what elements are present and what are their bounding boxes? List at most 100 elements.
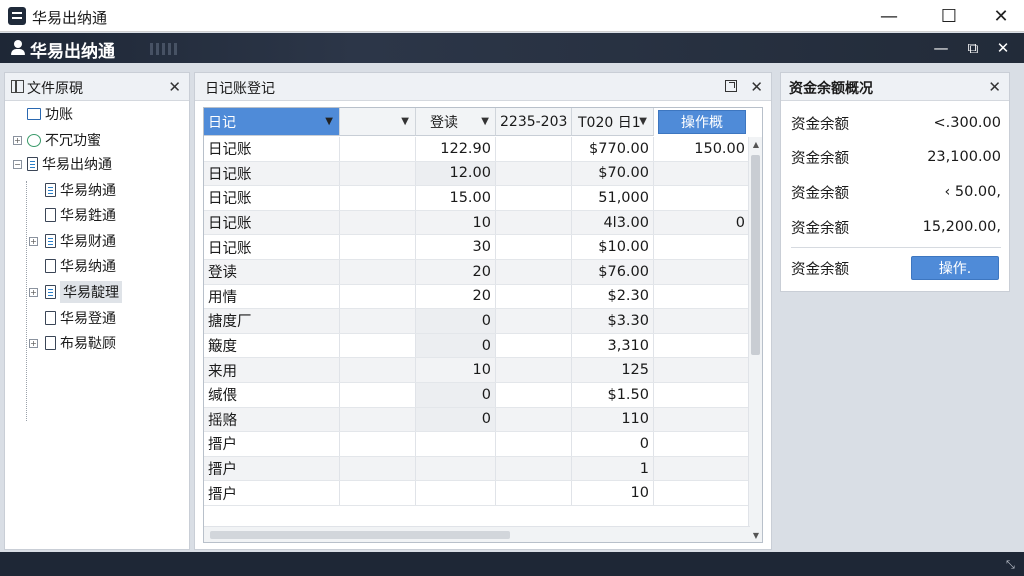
grid-vertical-scroll-thumb[interactable] (751, 155, 760, 355)
cell-empty[interactable] (340, 210, 416, 235)
cell-name[interactable]: 日记账 (204, 210, 340, 235)
cell-amount[interactable]: 51,000 (572, 186, 654, 210)
table-row[interactable]: 来用 10 125 (204, 358, 750, 383)
cell-name[interactable]: 缄偎 (204, 383, 340, 407)
cell-empty[interactable] (496, 186, 572, 210)
cell-empty[interactable] (496, 358, 572, 382)
app-restore-button[interactable]: ⧉ (964, 39, 982, 57)
cell-amount[interactable]: 4l3.00 (572, 210, 654, 235)
popout-icon[interactable] (725, 80, 737, 92)
cell-empty[interactable] (340, 161, 416, 186)
cell-empty[interactable] (496, 383, 572, 407)
cell-name[interactable]: 来用 (204, 358, 340, 382)
scroll-down-icon[interactable]: ▼ (749, 528, 762, 542)
cell-empty[interactable] (340, 407, 416, 432)
cell-qty[interactable]: 20 (416, 284, 496, 309)
cell-amount[interactable]: $76.00 (572, 260, 654, 284)
cell-amount[interactable]: $2.30 (572, 284, 654, 309)
cell-empty[interactable] (340, 309, 416, 333)
app-minimize-button[interactable]: — (932, 39, 950, 57)
tree-item[interactable]: + 不冗功蜜 (13, 129, 101, 151)
cell-empty[interactable] (496, 309, 572, 333)
cell-amount[interactable]: 1 (572, 456, 654, 481)
tree-item[interactable]: − 华易出纳通 (13, 153, 112, 175)
table-row[interactable]: 摇赂 0 110 (204, 407, 750, 433)
grid-filter-combo-1[interactable]: 日记 ▼ (204, 108, 340, 136)
grid-filter-combo-2[interactable]: ▼ (340, 108, 416, 136)
table-row[interactable]: 搢户 1 (204, 456, 750, 482)
cell-empty[interactable] (496, 407, 572, 432)
cell-name[interactable]: 登读 (204, 260, 340, 284)
cell-qty[interactable] (416, 456, 496, 481)
grid-filter-combo-5[interactable]: T020 日1 ▼ (572, 108, 654, 136)
table-row[interactable]: 登读 20 $76.00 (204, 260, 750, 285)
file-tree-close-button[interactable]: ✕ (168, 78, 181, 96)
cell-name[interactable]: 用情 (204, 284, 340, 309)
cell-empty[interactable] (496, 161, 572, 186)
table-row[interactable]: 日记账 12.00 $70.00 (204, 161, 750, 187)
cell-extra[interactable] (654, 383, 750, 407)
tree-expander-icon[interactable]: + (29, 287, 38, 297)
tree-item[interactable]: 华易鉎通 (29, 204, 116, 226)
cell-qty[interactable]: 0 (416, 309, 496, 333)
tree-expander-icon[interactable]: + (29, 338, 38, 348)
cell-empty[interactable] (340, 383, 416, 407)
cell-amount[interactable]: 125 (572, 358, 654, 382)
close-button[interactable]: ✕ (978, 0, 1024, 32)
cell-extra[interactable] (654, 235, 750, 259)
cell-name[interactable]: 日记账 (204, 235, 340, 259)
grid-column-date[interactable]: 2235-203 (496, 108, 572, 136)
tree-item[interactable]: + 布易鞑顾 (29, 332, 116, 354)
cell-amount[interactable]: $10.00 (572, 235, 654, 259)
cell-empty[interactable] (340, 432, 416, 456)
tree-expander-icon[interactable]: − (13, 159, 22, 169)
cell-qty[interactable] (416, 481, 496, 505)
cell-name[interactable]: 摇赂 (204, 407, 340, 432)
cell-qty[interactable]: 12.00 (416, 161, 496, 186)
table-row[interactable]: 搢户 10 (204, 481, 750, 506)
cell-extra[interactable] (654, 161, 750, 186)
cell-amount[interactable]: 0 (572, 432, 654, 456)
cell-empty[interactable] (340, 481, 416, 505)
table-row[interactable]: 簸度 0 3,310 (204, 333, 750, 359)
cell-empty[interactable] (496, 481, 572, 505)
table-row[interactable]: 用情 20 $2.30 (204, 284, 750, 310)
cell-empty[interactable] (496, 333, 572, 358)
cell-extra[interactable] (654, 456, 750, 481)
cell-empty[interactable] (496, 456, 572, 481)
cell-extra[interactable] (654, 260, 750, 284)
table-row[interactable]: 搢户 0 (204, 432, 750, 457)
cell-name[interactable]: 簸度 (204, 333, 340, 358)
cell-qty[interactable]: 122.90 (416, 137, 496, 161)
cell-name[interactable]: 搢户 (204, 432, 340, 456)
resize-grip-icon[interactable]: ⤡ (1006, 558, 1018, 571)
cell-empty[interactable] (496, 260, 572, 284)
balance-overview-close-button[interactable]: ✕ (988, 78, 1001, 96)
table-row[interactable]: 日记账 122.90 $770.00 150.00 (204, 137, 750, 162)
cell-extra[interactable] (654, 407, 750, 432)
cell-name[interactable]: 搢户 (204, 481, 340, 505)
table-row[interactable]: 缄偎 0 $1.50 (204, 383, 750, 408)
cell-extra[interactable] (654, 358, 750, 382)
cell-amount[interactable]: 10 (572, 481, 654, 505)
cell-empty[interactable] (496, 284, 572, 309)
table-row[interactable]: 搪度厂 0 $3.30 (204, 309, 750, 334)
cell-extra[interactable] (654, 186, 750, 210)
tree-item[interactable]: 华易纳通 (29, 255, 116, 277)
grid-filter-combo-3[interactable]: 登读 ▼ (416, 108, 496, 136)
grid-horizontal-scrollbar[interactable] (204, 526, 750, 542)
maximize-button[interactable]: ☐ (926, 0, 972, 32)
cell-qty[interactable]: 0 (416, 333, 496, 358)
cell-qty[interactable]: 10 (416, 210, 496, 235)
cell-empty[interactable] (340, 456, 416, 481)
cell-extra[interactable]: 150.00 (654, 137, 750, 161)
tree-item[interactable]: 功账 (13, 103, 73, 125)
cell-empty[interactable] (340, 333, 416, 358)
cell-empty[interactable] (340, 260, 416, 284)
grid-horizontal-scroll-thumb[interactable] (210, 531, 510, 539)
table-row[interactable]: 日记账 30 $10.00 (204, 235, 750, 260)
cell-qty[interactable]: 20 (416, 260, 496, 284)
cell-name[interactable]: 搢户 (204, 456, 340, 481)
cell-empty[interactable] (496, 137, 572, 161)
cell-extra[interactable] (654, 432, 750, 456)
